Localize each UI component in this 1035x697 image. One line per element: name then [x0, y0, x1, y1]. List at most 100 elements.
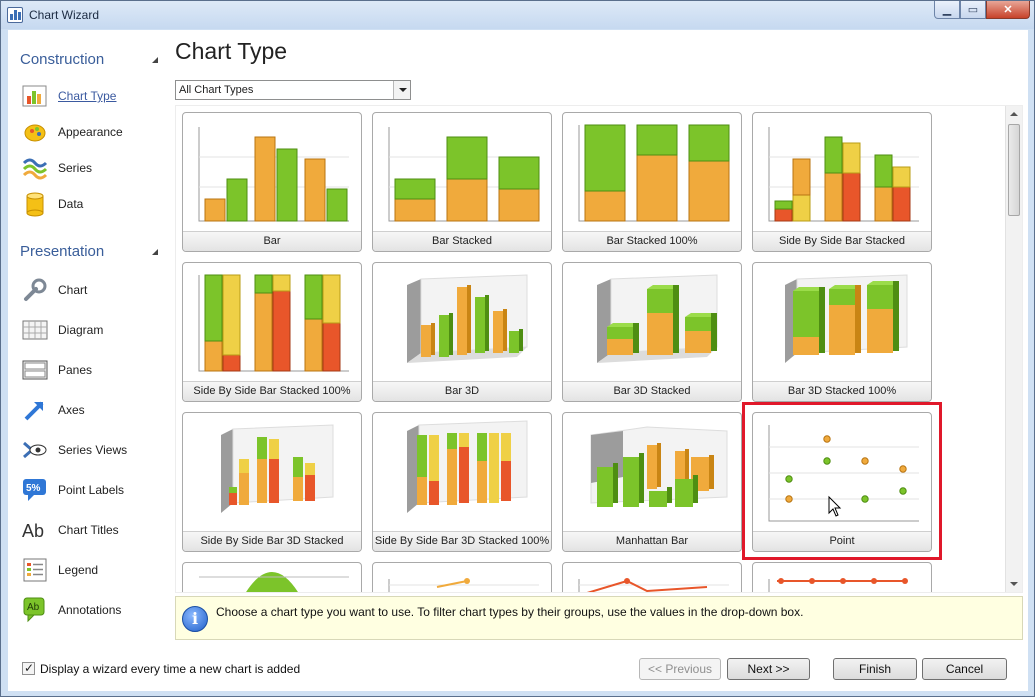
nav-item-annotations[interactable]: Ab Annotations: [22, 596, 162, 624]
tile-manhattan-bar[interactable]: Manhattan Bar: [562, 412, 742, 552]
nav-item-point-labels[interactable]: 5% Point Labels: [22, 476, 162, 504]
series-views-icon: [22, 437, 48, 463]
nav-item-axes[interactable]: Axes: [22, 396, 162, 424]
tile-step-partial[interactable]: [562, 562, 742, 592]
chevron-down-icon[interactable]: [393, 81, 410, 99]
nav-item-series-views[interactable]: Series Views: [22, 436, 162, 464]
bar-3d-preview-icon: [407, 274, 528, 363]
wizard-footer: Display a wizard every time a new chart …: [8, 650, 1028, 691]
tile-caption: Side By Side Bar 3D Stacked 100%: [373, 531, 551, 551]
line-preview-icon: [388, 578, 539, 592]
nav-item-legend[interactable]: Legend: [22, 556, 162, 584]
bar-3d-stacked-preview-icon: [597, 274, 718, 363]
finish-button[interactable]: Finish: [833, 658, 917, 680]
nav-item-chart[interactable]: Chart: [22, 276, 162, 304]
side-by-side-bar-stacked-preview-icon: [768, 127, 919, 222]
window-title: Chart Wizard: [29, 8, 100, 22]
nav-label: Chart Titles: [58, 523, 119, 537]
appearance-icon: [22, 119, 48, 145]
main-content: Chart Type All Chart Types Bar Bar Stack…: [168, 30, 1028, 650]
panes-icon: [22, 357, 48, 383]
nav-label: Appearance: [58, 125, 123, 139]
bar-stacked-preview-icon: [388, 127, 540, 222]
nav-item-series[interactable]: Series: [22, 154, 162, 182]
maximize-icon: ▭: [967, 4, 979, 16]
construction-header[interactable]: Construction: [20, 51, 104, 68]
tile-bar[interactable]: Bar: [182, 112, 362, 252]
tile-caption: Side By Side Bar Stacked 100%: [183, 381, 361, 401]
tile-caption: Bar Stacked 100%: [563, 231, 741, 251]
previous-button[interactable]: << Previous: [639, 658, 721, 680]
tile-caption: Bar 3D Stacked 100%: [753, 381, 931, 401]
tile-caption: Side By Side Bar 3D Stacked: [183, 531, 361, 551]
nav-label: Annotations: [58, 603, 122, 617]
chart-type-icon: [22, 83, 48, 109]
chart-type-filter-dropdown[interactable]: All Chart Types: [175, 80, 411, 100]
tile-bar-stacked[interactable]: Bar Stacked: [372, 112, 552, 252]
tile-caption: Side By Side Bar Stacked: [753, 231, 931, 251]
data-icon: [22, 191, 48, 217]
page-title: Chart Type: [175, 38, 288, 64]
axes-icon: [22, 397, 48, 423]
tile-caption: Bar Stacked: [373, 231, 551, 251]
annotations-badge: Ab: [27, 602, 40, 613]
next-button[interactable]: Next >>: [727, 658, 810, 680]
tile-caption: Bar 3D Stacked: [563, 381, 741, 401]
tile-bar-3d-stacked[interactable]: Bar 3D Stacked: [562, 262, 742, 402]
presentation-header[interactable]: Presentation: [20, 243, 104, 260]
nav-label: Series Views: [58, 443, 128, 457]
tile-caption: Bar: [183, 231, 361, 251]
minimize-button[interactable]: ▁: [934, 1, 960, 19]
nav-item-chart-titles[interactable]: Ab Chart Titles: [22, 516, 162, 544]
gallery-scrollbar[interactable]: [1005, 106, 1022, 592]
tile-side-by-side-bar-3d-stacked[interactable]: Side By Side Bar 3D Stacked: [182, 412, 362, 552]
point-labels-icon: 5%: [22, 477, 48, 503]
tile-bar-3d[interactable]: Bar 3D: [372, 262, 552, 402]
nav-label: Chart Type: [58, 89, 117, 103]
tile-bar-3d-stacked-100[interactable]: Bar 3D Stacked 100%: [752, 262, 932, 402]
tile-bar-stacked-100[interactable]: Bar Stacked 100%: [562, 112, 742, 252]
chart-titles-icon: Ab: [22, 517, 48, 543]
tile-side-by-side-bar-stacked-100[interactable]: Side By Side Bar Stacked 100%: [182, 262, 362, 402]
show-wizard-checkbox[interactable]: [22, 661, 35, 675]
maximize-button[interactable]: ▭: [960, 1, 986, 19]
nav-label: Series: [58, 161, 93, 175]
chart-type-gallery: Bar Bar Stacked Bar Stacked 100% Side By…: [175, 105, 1023, 593]
annotations-icon: Ab: [22, 597, 48, 623]
cancel-button[interactable]: Cancel: [922, 658, 1007, 680]
collapse-arrow-icon[interactable]: [152, 57, 158, 63]
side-by-side-bar-3d-stacked-preview-icon: [221, 424, 334, 513]
nav-item-diagram[interactable]: Diagram: [22, 316, 162, 344]
series-icon: [22, 155, 48, 181]
scroll-thumb[interactable]: [1008, 124, 1020, 216]
tile-side-by-side-bar-3d-stacked-100[interactable]: Side By Side Bar 3D Stacked 100%: [372, 412, 552, 552]
filter-value: All Chart Types: [179, 84, 254, 96]
nav-item-appearance[interactable]: Appearance: [22, 118, 162, 146]
pie-preview-icon: [199, 572, 349, 592]
scroll-up-icon[interactable]: [1006, 106, 1022, 122]
nav-label: Diagram: [58, 323, 104, 337]
nav-item-chart-type[interactable]: Chart Type: [22, 82, 162, 110]
tile-caption: Bar 3D: [373, 381, 551, 401]
tile-pie-partial[interactable]: [182, 562, 362, 592]
scroll-down-icon[interactable]: [1006, 576, 1022, 592]
chart-wizard-icon: [7, 7, 23, 23]
nav-item-data[interactable]: Data: [22, 190, 162, 218]
tile-line-partial[interactable]: [372, 562, 552, 592]
info-icon: i: [182, 606, 208, 632]
title-bar[interactable]: Chart Wizard ▁ ▭ ✕: [1, 1, 1034, 29]
bar-preview-icon: [198, 127, 349, 222]
hint-panel: i Choose a chart type you want to use. T…: [175, 596, 1023, 640]
selected-tile-highlight: [742, 402, 942, 560]
collapse-arrow-icon[interactable]: [152, 249, 158, 255]
side-by-side-bar-3d-stacked-100-preview-icon: [407, 420, 528, 513]
navigation-panel: Construction Chart Type Appearance Serie…: [8, 30, 168, 650]
tile-side-by-side-bar-stacked[interactable]: Side By Side Bar Stacked: [752, 112, 932, 252]
nav-item-panes[interactable]: Panes: [22, 356, 162, 384]
tile-line-markers-partial[interactable]: [752, 562, 932, 592]
close-button[interactable]: ✕: [986, 1, 1030, 19]
chart-wizard-window: Chart Wizard ▁ ▭ ✕ Construction Chart Ty…: [0, 0, 1035, 697]
side-by-side-bar-stacked-100-preview-icon: [198, 274, 349, 372]
nav-label: Chart: [58, 283, 88, 297]
show-wizard-label[interactable]: Display a wizard every time a new chart …: [40, 662, 300, 676]
